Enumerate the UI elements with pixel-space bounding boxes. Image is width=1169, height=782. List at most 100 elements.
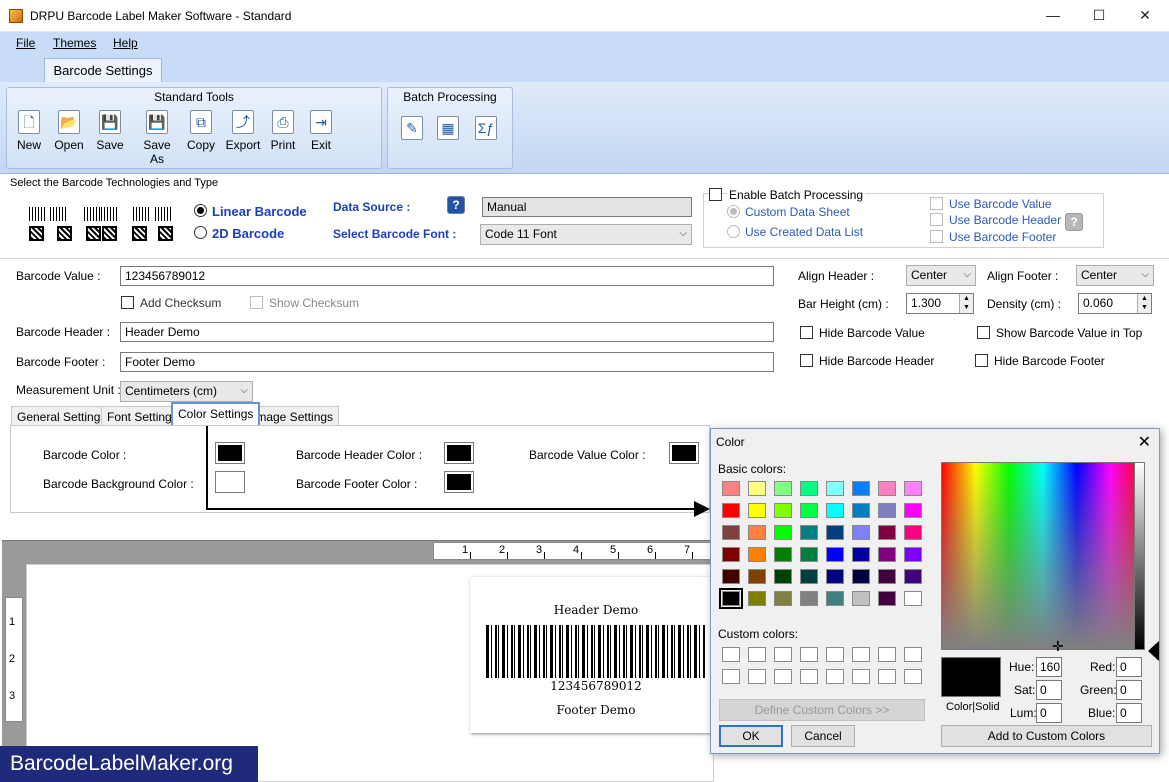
spinner-arrows-icon[interactable]: ▲ ▼	[1137, 294, 1151, 313]
tab-color-settings[interactable]: Color Settings	[171, 402, 261, 427]
basic-color-swatch[interactable]	[722, 547, 740, 562]
show-value-top-checkbox[interactable]	[977, 326, 990, 339]
custom-color-swatch[interactable]	[852, 669, 870, 684]
basic-color-swatch[interactable]	[800, 503, 818, 518]
basic-color-swatch[interactable]	[904, 503, 922, 518]
basic-color-swatch[interactable]	[852, 481, 870, 496]
use-barcode-value-checkbox[interactable]	[930, 197, 943, 210]
basic-color-swatch[interactable]	[852, 503, 870, 518]
red-input[interactable]: 0	[1116, 657, 1142, 677]
close-icon[interactable]: ✕	[1138, 432, 1151, 452]
green-input[interactable]: 0	[1116, 680, 1142, 700]
basic-color-swatch[interactable]	[826, 591, 844, 606]
density-spinner[interactable]: 0.060 ▲ ▼	[1078, 293, 1152, 314]
custom-color-swatch[interactable]	[826, 647, 844, 662]
custom-color-swatch[interactable]	[722, 669, 740, 684]
custom-color-swatch[interactable]	[774, 647, 792, 662]
basic-color-swatch[interactable]	[878, 503, 896, 518]
basic-color-swatch[interactable]	[904, 481, 922, 496]
custom-color-swatch[interactable]	[722, 647, 740, 662]
add-to-custom-colors-button[interactable]: Add to Custom Colors	[941, 725, 1152, 747]
hide-barcode-footer-checkbox[interactable]	[975, 354, 988, 367]
save-button[interactable]: 💾 Save	[88, 110, 132, 152]
basic-color-swatch[interactable]	[904, 569, 922, 584]
basic-color-swatch[interactable]	[852, 547, 870, 562]
custom-color-swatch[interactable]	[878, 647, 896, 662]
basic-color-swatch[interactable]	[774, 481, 792, 496]
basic-color-swatch[interactable]	[748, 569, 766, 584]
basic-color-swatch[interactable]	[748, 525, 766, 540]
basic-color-swatch[interactable]	[774, 569, 792, 584]
basic-color-swatch[interactable]	[878, 547, 896, 562]
custom-color-swatch[interactable]	[774, 669, 792, 684]
formula-button[interactable]: Σƒ	[464, 116, 508, 140]
basic-color-swatch[interactable]	[904, 525, 922, 540]
color-spectrum[interactable]	[941, 462, 1145, 650]
custom-color-swatch[interactable]	[826, 669, 844, 684]
basic-color-swatch[interactable]	[878, 481, 896, 496]
export-button[interactable]: ⤴ Export	[221, 110, 265, 152]
sat-input[interactable]: 0	[1036, 680, 1062, 700]
custom-color-swatch[interactable]	[800, 669, 818, 684]
basic-color-swatch[interactable]	[904, 591, 922, 606]
barcode-font-select[interactable]: Code 11 Font ⌵	[480, 224, 692, 245]
menu-themes[interactable]: Themes	[53, 36, 96, 50]
data-source-field[interactable]: Manual	[482, 197, 692, 217]
header-color-swatch[interactable]	[444, 442, 474, 464]
basic-color-swatch[interactable]	[774, 591, 792, 606]
basic-color-swatch[interactable]	[748, 503, 766, 518]
basic-color-swatch[interactable]	[748, 591, 766, 606]
enable-batch-checkbox[interactable]	[709, 188, 722, 201]
data-source-help-icon[interactable]: ?	[447, 196, 465, 214]
ok-button[interactable]: OK	[719, 725, 783, 747]
luminosity-arrow-icon[interactable]	[1148, 641, 1159, 661]
hide-barcode-value-checkbox[interactable]	[800, 326, 813, 339]
minimize-button[interactable]: —	[1030, 0, 1076, 31]
tab-general-settings[interactable]: General Settings	[11, 406, 113, 426]
basic-color-swatch[interactable]	[748, 481, 766, 496]
basic-color-swatch[interactable]	[719, 588, 743, 609]
basic-color-swatch[interactable]	[826, 525, 844, 540]
use-barcode-footer-checkbox[interactable]	[930, 230, 943, 243]
align-footer-select[interactable]: Center ⌵	[1076, 265, 1154, 286]
basic-color-swatch[interactable]	[878, 525, 896, 540]
created-data-list-radio[interactable]	[727, 225, 740, 238]
new-button[interactable]: 🗋 New	[7, 110, 51, 152]
custom-data-sheet-radio[interactable]	[727, 205, 740, 218]
add-checksum-checkbox[interactable]	[121, 296, 134, 309]
footer-color-swatch[interactable]	[444, 471, 474, 493]
basic-color-swatch[interactable]	[826, 503, 844, 518]
barcode-value-input[interactable]: 123456789012	[120, 266, 774, 286]
basic-color-swatch[interactable]	[852, 591, 870, 606]
basic-color-swatch[interactable]	[800, 591, 818, 606]
basic-color-swatch[interactable]	[800, 569, 818, 584]
use-barcode-header-checkbox[interactable]	[930, 213, 943, 226]
basic-color-swatch[interactable]	[722, 525, 740, 540]
spinner-arrows-icon[interactable]: ▲ ▼	[959, 294, 973, 313]
basic-color-swatch[interactable]	[852, 525, 870, 540]
value-color-swatch[interactable]	[669, 442, 699, 464]
measurement-unit-select[interactable]: Centimeters (cm) ⌵	[120, 381, 253, 402]
exit-button[interactable]: ⇥ Exit	[299, 110, 343, 152]
basic-color-swatch[interactable]	[826, 547, 844, 562]
basic-color-swatch[interactable]	[800, 525, 818, 540]
show-checksum-checkbox[interactable]	[250, 296, 263, 309]
cancel-button[interactable]: Cancel	[791, 725, 855, 747]
basic-color-swatch[interactable]	[800, 547, 818, 562]
tab-barcode-settings[interactable]: Barcode Settings	[44, 58, 162, 83]
background-color-swatch[interactable]	[215, 471, 245, 493]
basic-color-swatch[interactable]	[878, 591, 896, 606]
linear-barcode-radio[interactable]	[194, 204, 207, 217]
basic-color-swatch[interactable]	[774, 547, 792, 562]
custom-color-swatch[interactable]	[800, 647, 818, 662]
maximize-button[interactable]: ☐	[1076, 0, 1122, 31]
barcode-footer-input[interactable]: Footer Demo	[120, 352, 774, 372]
basic-color-swatch[interactable]	[722, 481, 740, 496]
blue-input[interactable]: 0	[1116, 703, 1142, 723]
custom-color-swatch[interactable]	[748, 647, 766, 662]
barcode-color-swatch[interactable]	[215, 442, 245, 464]
open-button[interactable]: 📂 Open	[47, 110, 91, 152]
menu-file[interactable]: File	[16, 36, 35, 50]
basic-color-swatch[interactable]	[722, 503, 740, 518]
copy-button[interactable]: ⧉ Copy	[179, 110, 223, 152]
